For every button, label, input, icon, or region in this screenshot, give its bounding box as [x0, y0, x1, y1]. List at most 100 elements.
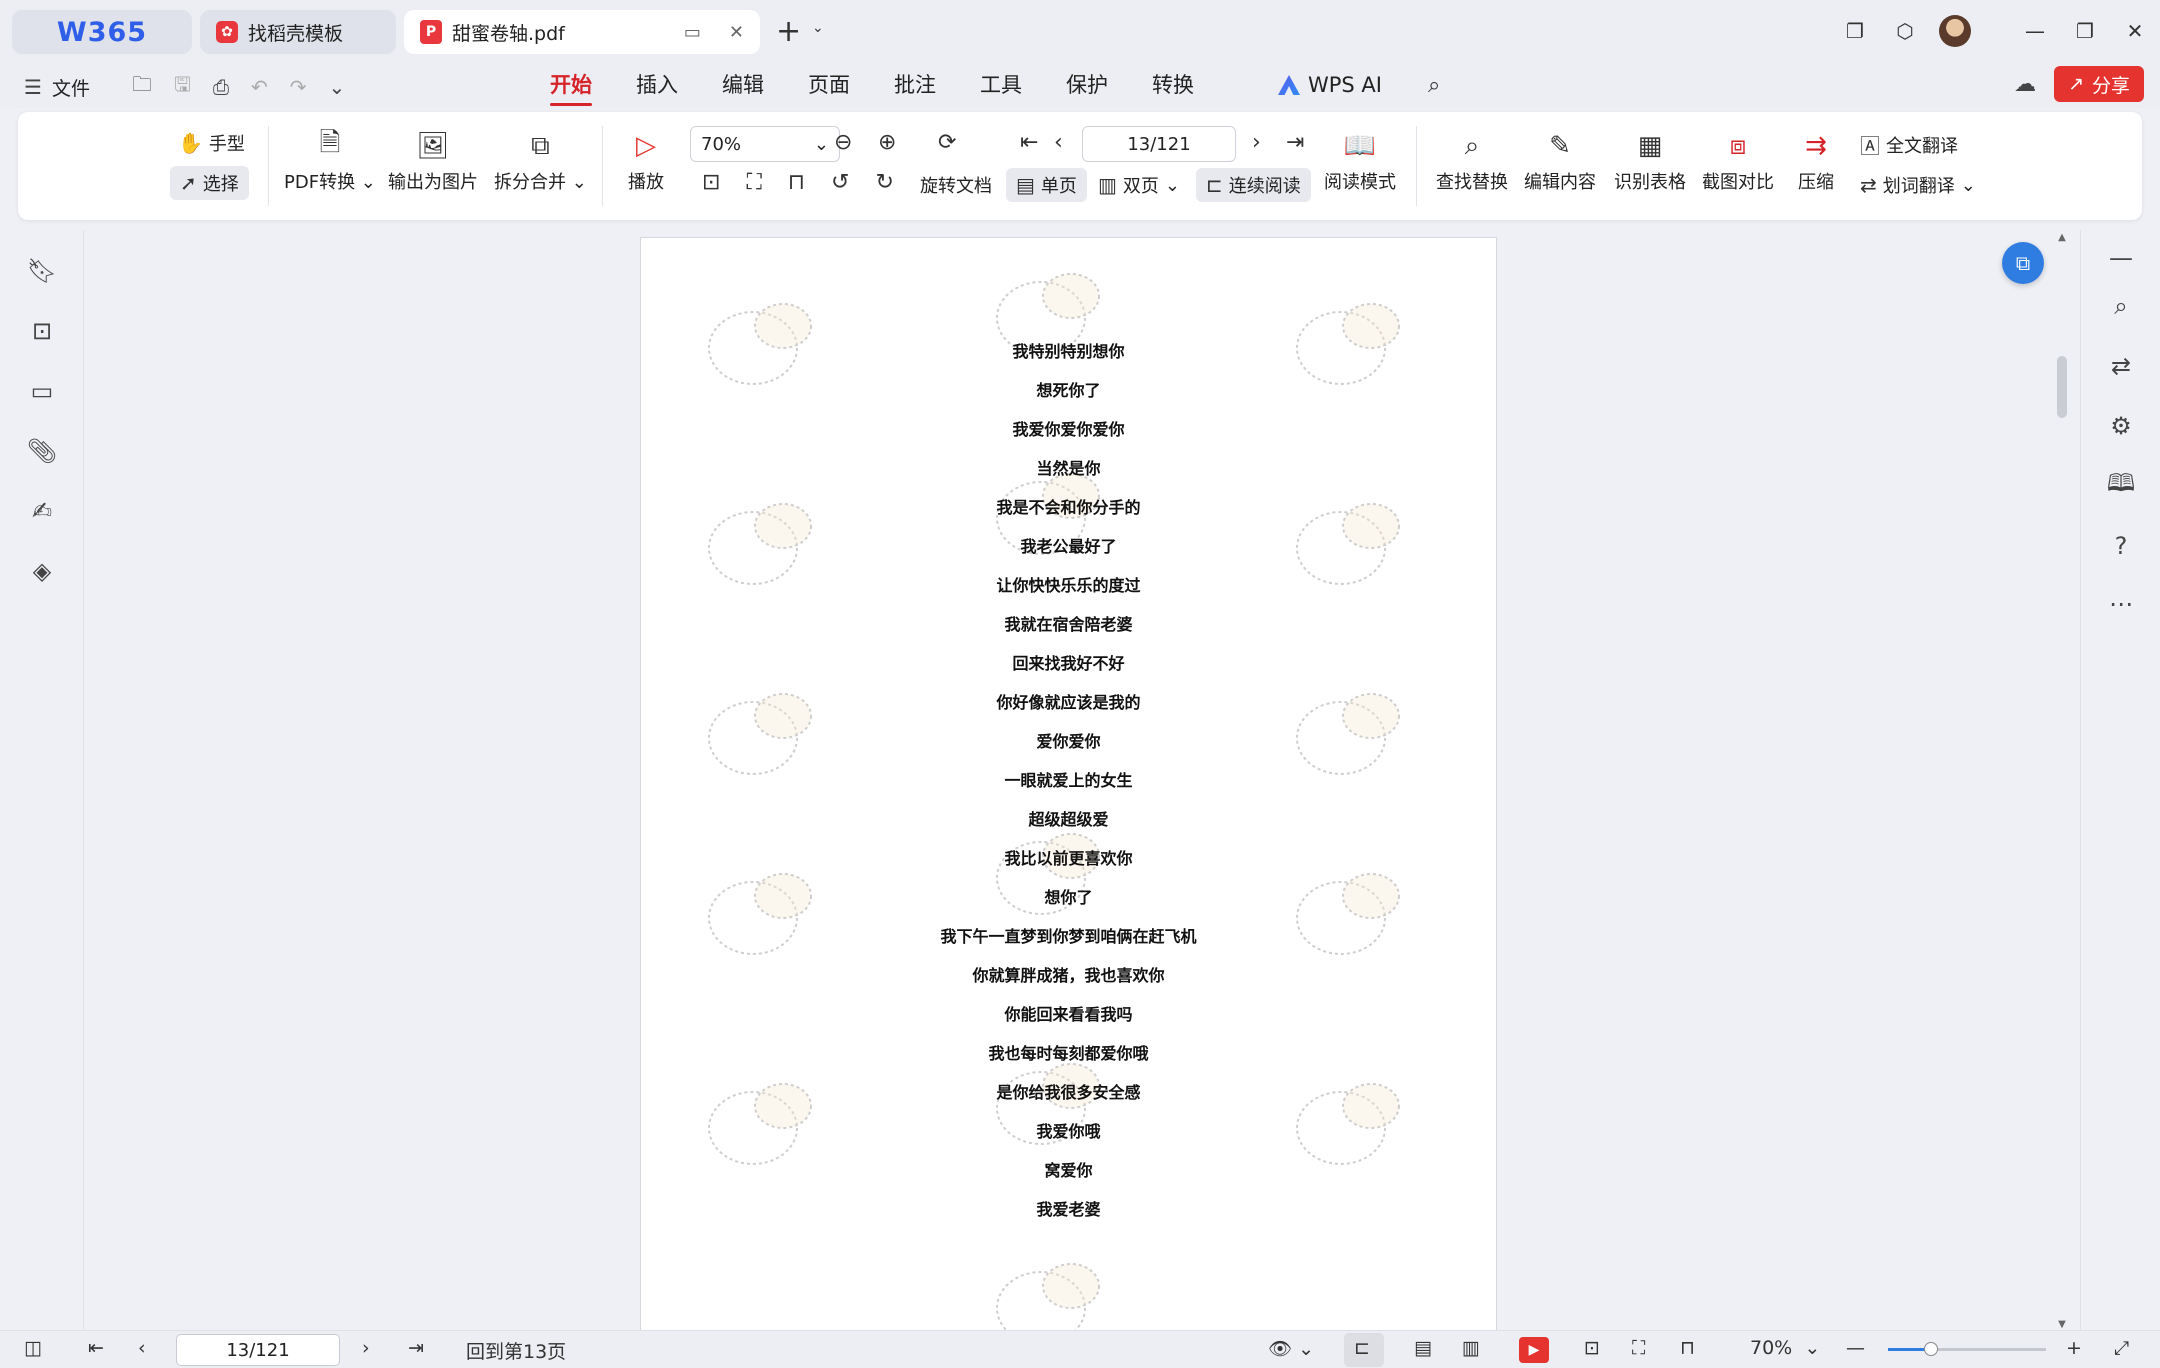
fit-width-icon[interactable]: ⊓	[1680, 1337, 1695, 1359]
double-page-button[interactable]: ▥ 双页 ⌄	[1098, 172, 1180, 198]
translate-icon[interactable]: ⇄	[2105, 350, 2137, 382]
continuous-read-button[interactable]: ⊏ 连续阅读	[1196, 168, 1311, 202]
print-icon[interactable]: ⎙	[213, 75, 229, 99]
maximize-icon[interactable]: ❐	[2060, 19, 2110, 43]
share-button[interactable]: ↗ 分享	[2054, 66, 2144, 102]
word-translate-button[interactable]: ⇄ 划词翻译 ⌄	[1860, 172, 1976, 198]
screenshot-compare-button[interactable]: ⧈ 截图对比	[1702, 126, 1774, 194]
last-page-icon[interactable]: ⇥	[408, 1337, 424, 1359]
next-page-icon[interactable]: ›	[362, 1337, 370, 1359]
single-page-button[interactable]: ▤ 单页	[1006, 168, 1087, 202]
goto-page-link[interactable]: 回到第13页	[466, 1337, 566, 1364]
rotate-left-icon[interactable]: ↺	[831, 170, 849, 195]
tab-annotate[interactable]: 批注	[872, 62, 958, 108]
search-icon[interactable]: ⌕	[1428, 73, 1440, 98]
close-tab-icon[interactable]: ✕	[729, 22, 744, 43]
sidebar-toggle-icon[interactable]: ◫	[24, 1337, 42, 1359]
split-merge-button[interactable]: ⧉ 拆分合并 ⌄	[494, 126, 587, 194]
scroll-down-icon[interactable]: ▼	[2056, 1319, 2068, 1330]
single-view-icon[interactable]: ▤	[1414, 1337, 1432, 1359]
prev-page-icon[interactable]: ‹	[1054, 130, 1063, 155]
play-icon[interactable]: ▶	[1519, 1337, 1549, 1363]
cube-icon[interactable]: ⬡	[1880, 19, 1930, 43]
read-mode-button[interactable]: 📖 阅读模式	[1324, 126, 1396, 194]
zoom-slider[interactable]	[1888, 1342, 2046, 1356]
tab-templates[interactable]: ✿ 找稻壳模板	[200, 10, 396, 54]
minimize-icon[interactable]: —	[2010, 19, 2060, 43]
screen-icon[interactable]: ▭	[684, 22, 701, 43]
quick-access-dropdown-icon[interactable]: ⌄	[329, 75, 346, 99]
export-image-button[interactable]: 🖼 输出为图片	[388, 126, 478, 194]
compress-button[interactable]: ⇉ 压缩	[1798, 126, 1834, 194]
continuous-view-icon[interactable]: ⊏	[1354, 1337, 1370, 1359]
scroll-up-icon[interactable]: ▲	[2056, 232, 2068, 243]
settings-sliders-icon[interactable]: ⚙	[2105, 410, 2137, 442]
tab-start[interactable]: 开始	[528, 62, 614, 108]
zoom-out-icon[interactable]: —	[1846, 1337, 1865, 1359]
tab-insert[interactable]: 插入	[614, 62, 700, 108]
zoom-in-icon[interactable]: ⊕	[878, 130, 896, 155]
hand-tool-button[interactable]: ✋ 手型	[178, 130, 245, 156]
comment-icon[interactable]: ▭	[27, 376, 57, 406]
more-icon[interactable]: ⋯	[2105, 588, 2137, 620]
pdf-convert-button[interactable]: 🗎 PDF转换 ⌄	[284, 126, 376, 194]
rotate-doc-top-icon[interactable]: ⟳	[938, 130, 956, 155]
fit-page-icon[interactable]: ⛶	[1632, 1337, 1645, 1359]
book-search-icon[interactable]: 🕮	[2105, 469, 2137, 502]
tab-convert[interactable]: 转换	[1130, 62, 1216, 108]
chevron-down-icon[interactable]: ⌄	[812, 20, 824, 36]
tab-wps-home[interactable]: W365	[12, 10, 192, 54]
zoom-slider-knob[interactable]	[1923, 1342, 1938, 1356]
layers-icon[interactable]: ◈	[27, 556, 57, 586]
cloud-upload-icon[interactable]: ☁	[2014, 72, 2036, 97]
first-page-icon[interactable]: ⇤	[1020, 130, 1038, 155]
vertical-scrollbar[interactable]: ▲ ▼	[2056, 232, 2068, 1330]
recognize-table-button[interactable]: ▦ 识别表格	[1614, 126, 1686, 194]
last-page-icon[interactable]: ⇥	[1286, 130, 1304, 155]
collapse-panel-icon[interactable]: —	[2105, 242, 2137, 274]
thumbnail-icon[interactable]: ⊡	[27, 316, 57, 346]
signature-icon[interactable]: ✍︎	[27, 496, 57, 526]
rotate-doc-button[interactable]: 旋转文档	[920, 172, 992, 198]
redo-icon[interactable]: ↷	[290, 75, 307, 99]
prev-page-icon[interactable]: ‹	[138, 1337, 146, 1359]
close-window-icon[interactable]: ✕	[2110, 19, 2160, 43]
fullscreen-icon[interactable]: ⤢	[2114, 1337, 2129, 1359]
first-page-icon[interactable]: ⇤	[88, 1337, 104, 1359]
rotate-right-icon[interactable]: ↻	[875, 170, 893, 195]
actual-size-icon[interactable]: ⊡	[702, 170, 720, 195]
tab-wps-ai[interactable]: WPS AI	[1256, 62, 1404, 108]
zoom-in-icon[interactable]: +	[2066, 1337, 2082, 1359]
fit-page-icon[interactable]: ⛶	[746, 170, 761, 195]
next-page-icon[interactable]: ›	[1252, 130, 1261, 155]
bookmark-icon[interactable]: 🔖︎	[27, 256, 57, 286]
full-translate-button[interactable]: 🄰 全文翻译	[1860, 130, 1958, 159]
attachment-icon[interactable]: 📎︎	[27, 436, 57, 466]
avatar[interactable]	[1939, 15, 1971, 47]
eye-icon[interactable]: 👁︎ ⌄	[1268, 1337, 1314, 1360]
open-folder-icon[interactable]: 🗀	[132, 70, 152, 104]
page-number-input[interactable]: 13/121	[1082, 126, 1236, 162]
new-tab-plus-icon[interactable]: +	[776, 14, 801, 50]
tab-tools[interactable]: 工具	[958, 62, 1044, 108]
scroll-thumb[interactable]	[2057, 356, 2067, 418]
zoom-select[interactable]: 70% ⌄	[690, 126, 840, 162]
find-replace-button[interactable]: ⌕ 查找替换	[1436, 126, 1508, 194]
status-page-input[interactable]: 13/121	[176, 1334, 340, 1366]
floating-assistant-button[interactable]: ⧉	[2002, 242, 2044, 284]
tab-protect[interactable]: 保护	[1044, 62, 1130, 108]
search-icon[interactable]: ⌕	[2105, 290, 2137, 322]
help-icon[interactable]: ?	[2105, 530, 2137, 562]
tab-edit[interactable]: 编辑	[700, 62, 786, 108]
tab-document[interactable]: P 甜蜜卷轴.pdf ▭ ✕	[404, 10, 760, 54]
play-button[interactable]: ▷ 播放	[628, 126, 664, 194]
double-view-icon[interactable]: ▥	[1462, 1337, 1480, 1359]
edit-content-button[interactable]: ✎ 编辑内容	[1524, 126, 1596, 194]
select-tool-button[interactable]: ➚ 选择	[170, 166, 249, 200]
actual-size-icon[interactable]: ⊡	[1584, 1337, 1600, 1359]
zoom-out-icon[interactable]: ⊖	[834, 130, 852, 155]
save-icon[interactable]: 🖫	[174, 70, 191, 104]
tab-page[interactable]: 页面	[786, 62, 872, 108]
restore-tabs-icon[interactable]: ❐	[1830, 19, 1880, 43]
fit-width-icon[interactable]: ⊓	[788, 170, 805, 195]
